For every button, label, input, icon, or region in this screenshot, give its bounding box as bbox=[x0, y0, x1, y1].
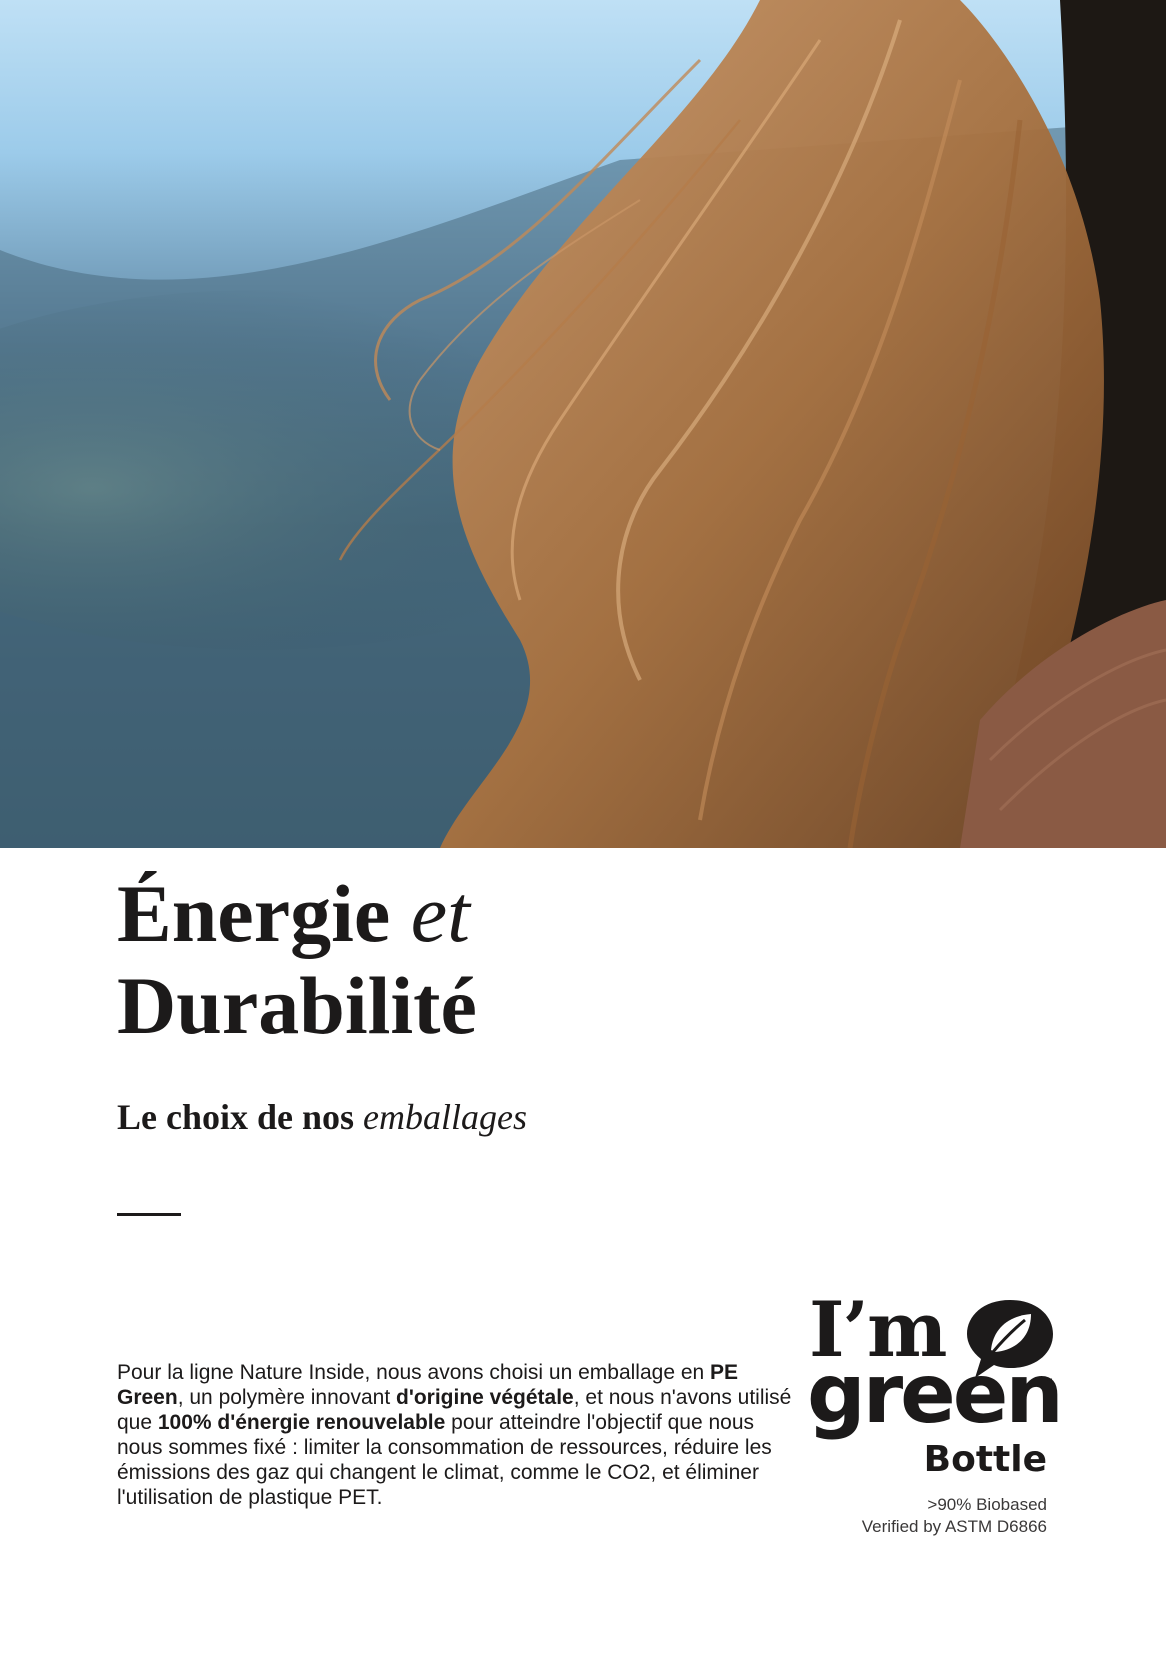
title-word-durabilite: Durabilité bbox=[117, 960, 477, 1051]
body-paragraph: Pour la ligne Nature Inside, nous avons … bbox=[117, 1360, 797, 1510]
divider-rule bbox=[117, 1213, 181, 1216]
body-bold-energie: 100% d'énergie renouvelable bbox=[157, 1411, 446, 1434]
body-bold-origine: d'origine végétale bbox=[396, 1386, 574, 1409]
subtitle-italic: emballages bbox=[363, 1097, 527, 1137]
logo-verified-text: Verified by ASTM D6866 bbox=[861, 1517, 1047, 1536]
body-text-2: , un polymère innovant bbox=[177, 1386, 396, 1409]
logo-green: green bbox=[807, 1347, 1064, 1442]
title-word-energie: Énergie bbox=[117, 868, 391, 959]
title-word-et: et bbox=[410, 868, 470, 959]
hero-photo bbox=[0, 0, 1166, 848]
logo-bottle: Bottle bbox=[923, 1439, 1047, 1480]
body-text-1: Pour la ligne Nature Inside, nous avons … bbox=[117, 1361, 711, 1384]
page-subtitle: Le choix de nos emballages bbox=[117, 1095, 527, 1139]
im-green-bottle-logo: I’m green ™ Bottle >90% Biobased Verifie… bbox=[795, 1290, 1085, 1550]
hero-photo-art bbox=[0, 0, 1166, 848]
page-title: Énergie et Durabilité bbox=[117, 868, 477, 1052]
subtitle-text: Le choix de nos bbox=[117, 1097, 355, 1137]
logo-biobased-text: >90% Biobased bbox=[927, 1495, 1047, 1514]
logo-trademark: ™ bbox=[1045, 1378, 1054, 1388]
